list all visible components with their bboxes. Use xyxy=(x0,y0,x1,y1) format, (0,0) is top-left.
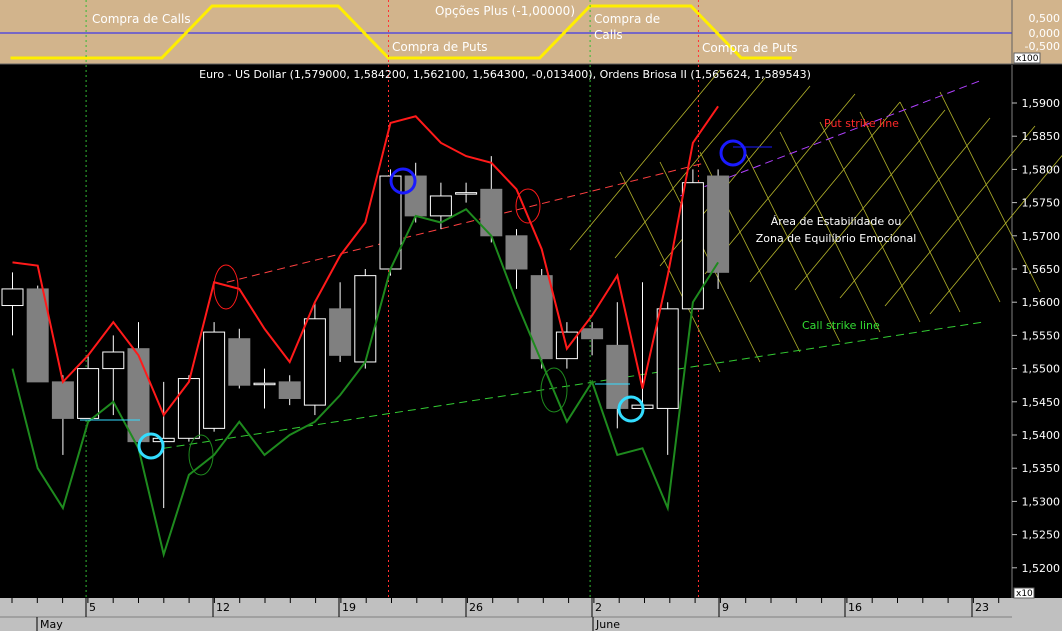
top-y-tick-1: 0,000 xyxy=(1029,27,1061,40)
main-panel-title: Euro - US Dollar (1,579000, 1,584200, 1,… xyxy=(199,68,811,81)
x-tick-label-4: 2 xyxy=(595,601,602,614)
candle-body-17 xyxy=(429,195,452,217)
top-panel-title: Opções Plus (-1,00000) xyxy=(435,4,575,18)
candle-body-6 xyxy=(152,437,175,443)
x-scale-label: x10 xyxy=(1016,589,1033,599)
zone-label-1: Área de Estabilidade ou xyxy=(771,215,902,228)
x-tick-label-5: 9 xyxy=(722,601,729,614)
candle-body-20 xyxy=(505,235,528,270)
y-tick-label-7: 1,5550 xyxy=(1022,329,1061,342)
candle-body-28 xyxy=(707,175,730,273)
y-tick-label-8: 1,5500 xyxy=(1022,363,1061,376)
month-label-june: June xyxy=(595,618,620,631)
candle-body-18 xyxy=(455,192,478,195)
x-tick-label-2: 19 xyxy=(342,601,356,614)
signal-label-puts-2: Compra de Puts xyxy=(702,41,798,55)
candle-body-0 xyxy=(1,288,24,307)
y-tick-label-9: 1,5450 xyxy=(1022,396,1061,409)
candle-body-2 xyxy=(51,381,74,419)
x-tick-label-0: 5 xyxy=(89,601,96,614)
x-tick-label-7: 23 xyxy=(975,601,989,614)
top-scale-label: x100 xyxy=(1016,54,1039,64)
candle-body-3 xyxy=(77,368,100,419)
y-tick-label-4: 1,5700 xyxy=(1022,230,1061,243)
candle-body-10 xyxy=(253,382,276,386)
top-y-tick-0: 0,500 xyxy=(1029,12,1061,25)
candle-body-14 xyxy=(354,275,377,363)
y-tick-label-11: 1,5350 xyxy=(1022,462,1061,475)
y-tick-label-10: 1,5400 xyxy=(1022,429,1061,442)
y-tick-label-2: 1,5800 xyxy=(1022,163,1061,176)
candle-body-26 xyxy=(656,308,679,409)
put-strike-label: Put strike line xyxy=(824,117,899,130)
y-tick-label-13: 1,5250 xyxy=(1022,529,1061,542)
x-tick-label-1: 12 xyxy=(216,601,230,614)
candle-body-5 xyxy=(127,348,150,443)
candle-body-23 xyxy=(581,328,604,340)
candle-body-4 xyxy=(102,351,125,370)
y-tick-label-6: 1,5600 xyxy=(1022,296,1061,309)
zone-label-2: Zona de Equilíbrio Emocional xyxy=(756,232,917,245)
candle-body-7 xyxy=(177,378,200,439)
signal-label-puts-1: Compra de Puts xyxy=(392,40,488,54)
y-tick-label-0: 1,5900 xyxy=(1022,97,1061,110)
x-tick-label-3: 26 xyxy=(469,601,483,614)
y-tick-label-3: 1,5750 xyxy=(1022,197,1061,210)
chart-canvas: Opções Plus (-1,00000) Compra de Calls C… xyxy=(0,0,1062,631)
y-tick-label-1: 1,5850 xyxy=(1022,130,1061,143)
candle-body-9 xyxy=(228,338,251,386)
x-tick-label-6: 16 xyxy=(848,601,862,614)
candle-body-8 xyxy=(203,331,226,429)
y-tick-label-14: 1,5200 xyxy=(1022,562,1061,575)
x-axis-corner xyxy=(1012,598,1062,631)
signal-label-calls-1: Compra de Calls xyxy=(92,12,191,26)
top-y-tick-2: -0,500 xyxy=(1025,40,1060,53)
candle-body-11 xyxy=(278,381,301,399)
y-tick-label-5: 1,5650 xyxy=(1022,263,1061,276)
signal-label-calls-2b: Calls xyxy=(594,28,623,42)
candle-body-13 xyxy=(329,308,352,356)
y-tick-label-12: 1,5300 xyxy=(1022,495,1061,508)
signal-label-calls-2a: Compra de xyxy=(594,12,660,26)
candle-body-12 xyxy=(303,318,326,406)
call-strike-label: Call strike line xyxy=(802,319,880,332)
month-label-may: May xyxy=(40,618,63,631)
